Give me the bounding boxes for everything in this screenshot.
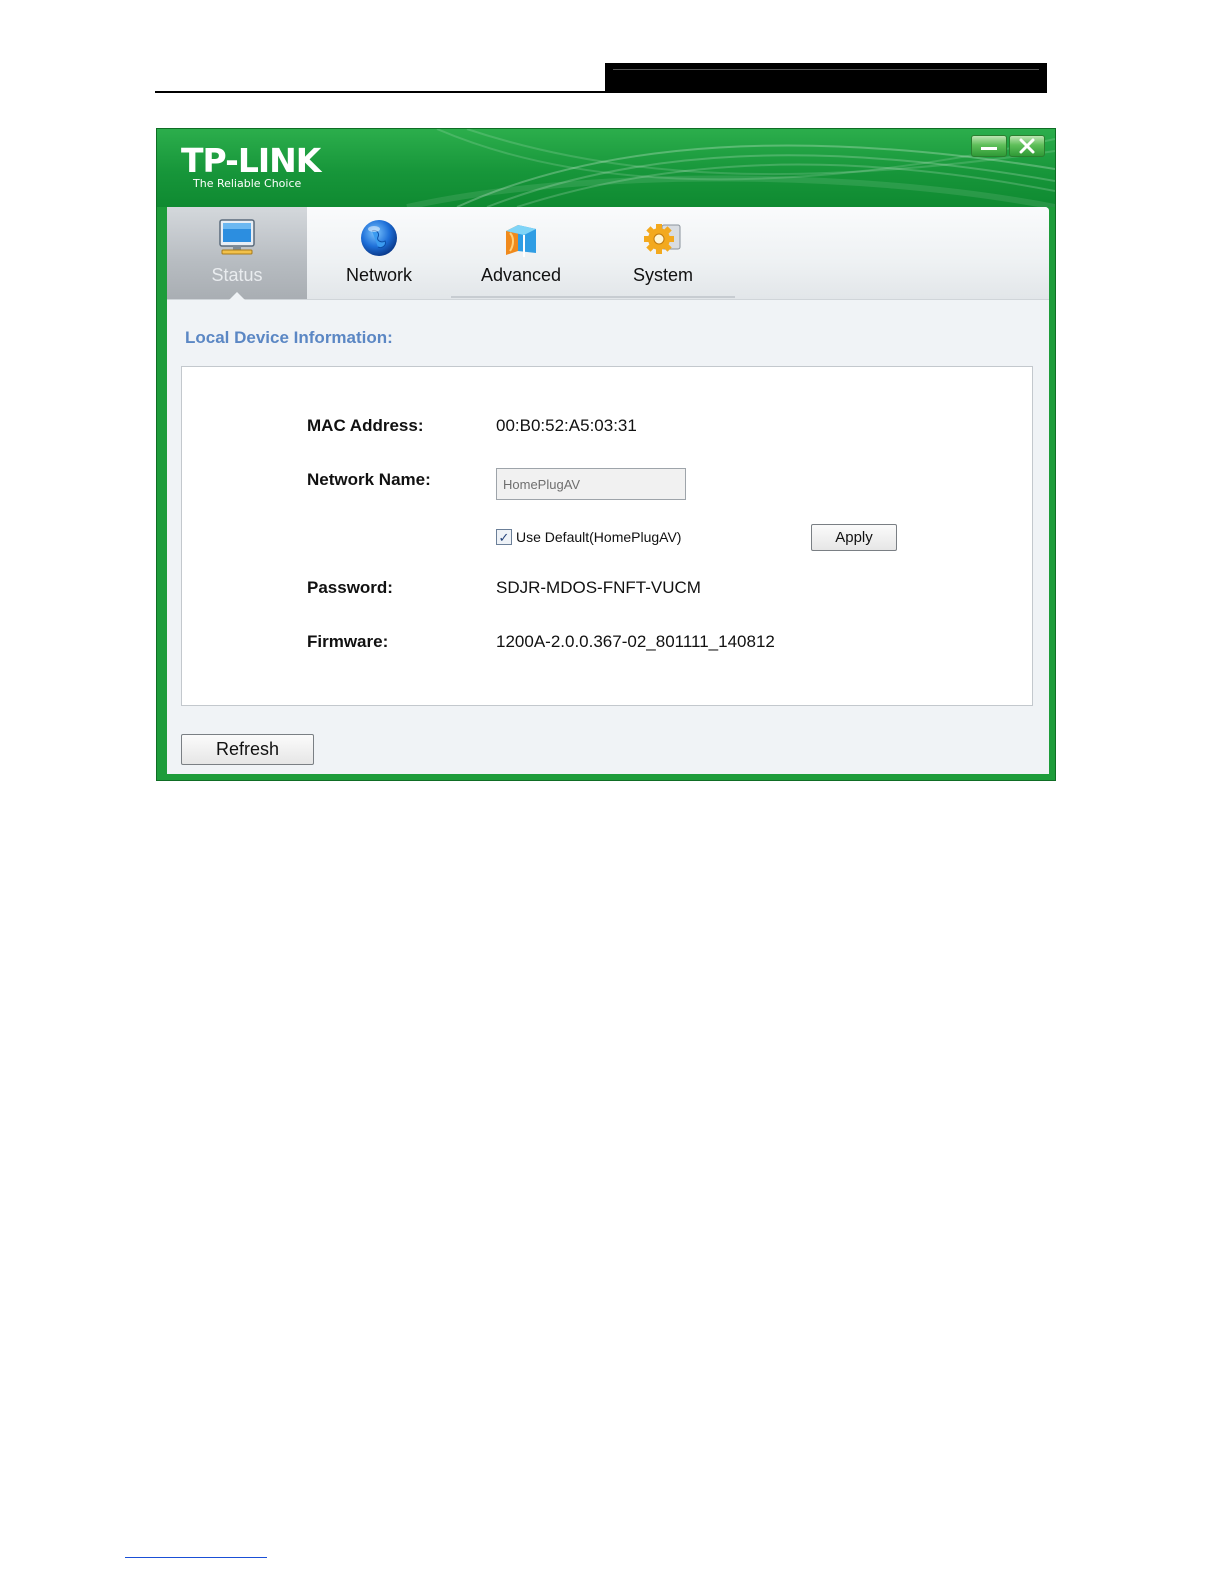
firmware-value: 1200A-2.0.0.367-02_801111_140812 xyxy=(496,632,775,651)
network-name-label: Network Name: xyxy=(307,470,431,489)
app-header: TP-LINK The Reliable Choice xyxy=(157,129,1055,207)
tp-link-logo: TP-LINK The Reliable Choice xyxy=(181,141,321,191)
close-icon xyxy=(1019,138,1035,154)
tab-system-label: System xyxy=(632,265,693,285)
use-default-label: Use Default(HomePlugAV) xyxy=(516,529,682,545)
main-tab-bar: Status Network Advanced System xyxy=(167,207,1049,300)
tab-network[interactable]: Network xyxy=(309,207,449,299)
gear-icon xyxy=(644,224,681,254)
section-title: Local Device Information: xyxy=(185,328,393,347)
tab-advanced-label: Advanced xyxy=(480,265,562,285)
tab-underline xyxy=(593,296,735,298)
tab-status[interactable]: Status xyxy=(167,207,307,300)
minimize-icon xyxy=(981,146,997,150)
apply-button[interactable]: Apply xyxy=(811,524,897,551)
document-header-rule xyxy=(155,91,1047,93)
tab-network-label: Network xyxy=(345,265,412,285)
network-name-input[interactable] xyxy=(496,468,686,500)
globe-icon xyxy=(361,220,397,256)
use-default-row[interactable]: ✓ Use Default(HomePlugAV) xyxy=(496,529,681,545)
mac-address-label: MAC Address: xyxy=(307,416,424,435)
password-label: Password: xyxy=(307,578,393,597)
window-controls xyxy=(971,135,1045,157)
device-info-panel: MAC Address: 00:B0:52:A5:03:31 Network N… xyxy=(181,366,1033,706)
minimize-button[interactable] xyxy=(971,135,1007,157)
password-value: SDJR-MDOS-FNFT-VUCM xyxy=(496,578,701,597)
tab-advanced[interactable]: Advanced xyxy=(451,207,591,299)
tab-underline xyxy=(451,296,593,298)
refresh-button[interactable]: Refresh xyxy=(181,734,314,765)
app-body: Status Network Advanced System Local Dev… xyxy=(167,207,1049,774)
monitor-icon xyxy=(219,219,255,255)
advanced-cube-icon xyxy=(506,225,536,257)
tab-system[interactable]: System xyxy=(593,207,733,299)
firmware-label: Firmware: xyxy=(307,632,389,651)
app-window: TP-LINK The Reliable Choice Status Netwo… xyxy=(156,128,1056,781)
logo-tagline: The Reliable Choice xyxy=(193,177,302,190)
logo-text: TP-LINK xyxy=(181,141,321,180)
document-header-bar xyxy=(605,63,1047,93)
document-footer-link-underline xyxy=(125,1557,267,1558)
use-default-checkbox[interactable]: ✓ xyxy=(496,529,512,545)
close-button[interactable] xyxy=(1009,135,1045,157)
tab-status-label: Status xyxy=(211,265,263,285)
mac-address-value: 00:B0:52:A5:03:31 xyxy=(496,416,637,435)
